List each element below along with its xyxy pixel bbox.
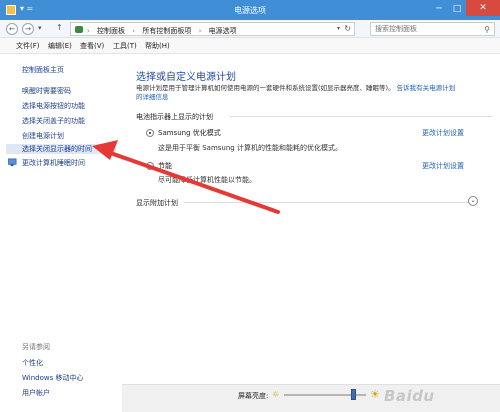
address-dropdown-icon[interactable]: ▾ — [337, 25, 340, 32]
breadcrumb-separator: › — [132, 27, 136, 35]
section-divider — [230, 116, 492, 117]
watermark-logo: Baidu — [384, 387, 435, 405]
menu-edit[interactable]: 编辑(E) — [48, 41, 72, 51]
recent-pages-button[interactable]: ▾ — [38, 24, 42, 32]
window-title: 电源选项 — [234, 6, 266, 15]
breadcrumb-separator: › — [87, 27, 90, 35]
control-panel-icon — [75, 26, 83, 33]
navigation-bar: ← → ▾ ↑ › 控制面板 › 所有控制面板项 › 电源选项 ▾ ↻ ⚲ — [0, 20, 500, 38]
title-bar: ▾ = 电源选项 ─ □ ✕ — [0, 0, 500, 20]
menu-bar: 文件(F) 编辑(E) 查看(V) 工具(T) 帮助(H) — [0, 38, 500, 54]
sidebar-item-wakeup-password[interactable]: 唤醒时需要密码 — [22, 86, 71, 96]
menu-view[interactable]: 查看(V) — [80, 41, 104, 51]
battery-plans-heading: 电池指示器上显示的计划 — [136, 113, 213, 121]
description-text: 电源计划是用于管理计算机如何使用电源的一套硬件和系统设置(如显示器亮度、睡眠等)… — [136, 84, 395, 92]
sidebar-item-create-plan[interactable]: 创建电源计划 — [22, 131, 64, 141]
plan-samsung-name[interactable]: Samsung 优化模式 — [158, 128, 221, 138]
bottom-bar: 屏幕亮度: ☼ ☀ Baidu — [122, 384, 500, 412]
sidebar-item-display-off-time[interactable]: 选择关闭显示器的时间 — [6, 144, 116, 154]
refresh-icon[interactable]: ↻ — [344, 24, 351, 33]
search-input[interactable] — [371, 23, 476, 35]
plan-power-saver-change-link[interactable]: 更改计划设置 — [422, 161, 464, 171]
bright-sun-icon: ☀ — [370, 388, 380, 401]
up-button[interactable]: ↑ — [56, 23, 63, 32]
plan-samsung-desc: 这是用于平衡 Samsung 计算机的性能和能耗的优化模式。 — [158, 144, 342, 152]
breadcrumb-power-options[interactable]: 电源选项 — [209, 27, 237, 35]
see-also-personalization[interactable]: 个性化 — [22, 358, 43, 368]
close-button[interactable]: ✕ — [466, 0, 500, 16]
sleep-shield-icon — [8, 158, 17, 167]
breadcrumb-separator: › — [198, 27, 202, 35]
search-box[interactable]: ⚲ — [370, 22, 495, 36]
plan-power-saver-desc: 尽可能降低计算机性能以节能。 — [158, 176, 256, 184]
forward-button[interactable]: → — [22, 23, 34, 35]
brightness-slider-thumb[interactable] — [350, 389, 356, 400]
see-also-user-accounts[interactable]: 用户帐户 — [22, 388, 50, 398]
plan-samsung-change-link[interactable]: 更改计划设置 — [422, 128, 464, 138]
see-also-mobility-center[interactable]: Windows 移动中心 — [22, 373, 83, 383]
show-additional-plans[interactable]: 显示附加计划 — [136, 198, 178, 208]
maximize-button[interactable]: □ — [448, 3, 466, 15]
sidebar-control-panel-home[interactable]: 控制面板主页 — [22, 65, 64, 75]
minimize-button[interactable]: ─ — [430, 3, 448, 15]
sidebar-item-power-button[interactable]: 选择电源按钮的功能 — [22, 101, 85, 111]
power-plan-info-link[interactable]: 告诉我有关电源计划 — [397, 84, 456, 92]
plan-samsung-radio[interactable] — [146, 129, 154, 137]
breadcrumb-all-items[interactable]: 所有控制面板项 — [142, 27, 191, 35]
page-description: 电源计划是用于管理计算机如何使用电源的一套硬件和系统设置(如显示器亮度、睡眠等)… — [136, 84, 486, 102]
sidebar-item-sleep-time[interactable]: 更改计算机睡眠时间 — [22, 158, 85, 168]
sidebar: 控制面板主页 唤醒时需要密码 选择电源按钮的功能 选择关闭盖子的功能 创建电源计… — [0, 54, 122, 412]
expand-chevron-icon[interactable]: ⌄ — [468, 196, 478, 206]
menu-file[interactable]: 文件(F) — [16, 41, 40, 51]
see-also-heading: 另请参阅 — [22, 343, 50, 351]
brightness-label: 屏幕亮度: — [238, 392, 269, 400]
plan-power-saver-radio[interactable] — [146, 162, 154, 170]
menu-tools[interactable]: 工具(T) — [113, 41, 137, 51]
back-button[interactable]: ← — [6, 23, 18, 35]
page-title: 选择或自定义电源计划 — [136, 72, 236, 83]
breadcrumb-control-panel[interactable]: 控制面板 — [97, 27, 125, 35]
breadcrumb: › 控制面板 › 所有控制面板项 › 电源选项 — [87, 26, 242, 36]
main-content: 选择或自定义电源计划 电源计划是用于管理计算机如何使用电源的一套硬件和系统设置(… — [122, 54, 500, 384]
sidebar-item-lid-close[interactable]: 选择关闭盖子的功能 — [22, 116, 85, 126]
dim-sun-icon: ☼ — [272, 390, 280, 399]
additional-plans-divider — [184, 202, 474, 203]
menu-help[interactable]: 帮助(H) — [145, 41, 170, 51]
search-icon[interactable]: ⚲ — [484, 25, 490, 34]
address-bar[interactable]: › 控制面板 › 所有控制面板项 › 电源选项 ▾ ↻ — [70, 22, 355, 36]
power-plan-info-link-cont[interactable]: 的详细信息 — [136, 93, 169, 101]
plan-power-saver-name[interactable]: 节能 — [158, 161, 172, 171]
